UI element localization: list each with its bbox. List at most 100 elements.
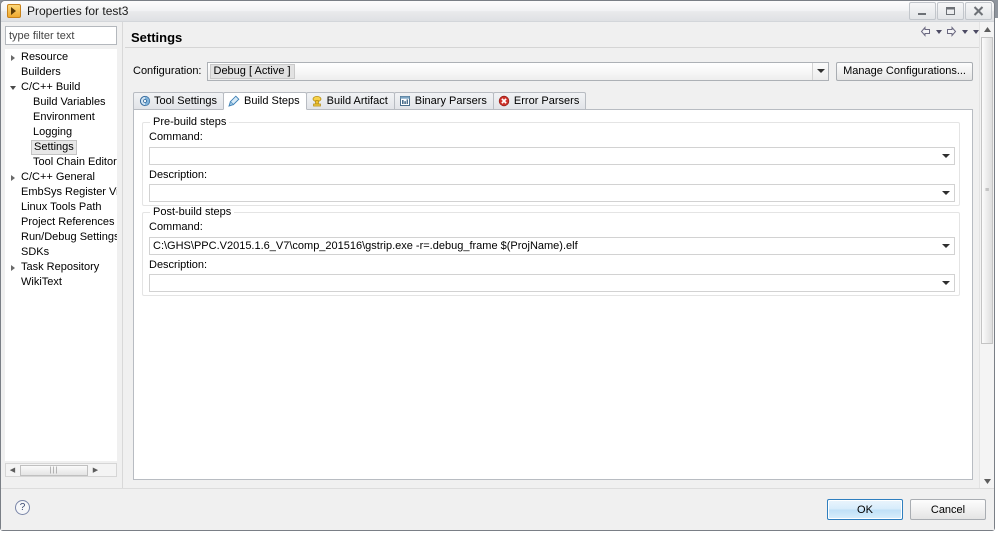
settings-page: Settings Configuration: Debug [Active]… xyxy=(125,22,994,488)
scroll-down-icon[interactable] xyxy=(980,474,995,488)
scroll-right-icon[interactable]: ▶ xyxy=(89,464,102,476)
tree-item-sdks[interactable]: SDKs xyxy=(5,245,117,260)
scrollbar-thumb[interactable]: ||| xyxy=(20,464,88,476)
forward-history-chevron-down-icon[interactable] xyxy=(960,25,969,38)
tree-item-label: C/C++ Build xyxy=(21,81,81,93)
tool-settings-icon xyxy=(138,95,151,108)
tree-item-label: Project References xyxy=(21,216,115,228)
tree-item-linux-tools-path[interactable]: Linux Tools Path xyxy=(5,200,117,215)
chevron-down-icon[interactable] xyxy=(938,275,954,291)
chevron-right-icon[interactable] xyxy=(7,54,19,61)
tree-item-label: C/C++ General xyxy=(21,171,95,183)
dialog-footer: ? OK Cancel xyxy=(1,488,994,530)
tree-item-label: SDKs xyxy=(21,246,50,258)
page-title: Settings xyxy=(131,30,183,45)
tab-binary-parsers[interactable]: Binary Parsers xyxy=(393,92,494,109)
tree-item-label: Task Repository xyxy=(21,261,100,273)
tree-item-label: Linux Tools Path xyxy=(21,201,102,213)
tab-tool-settings[interactable]: Tool Settings xyxy=(133,92,224,109)
chevron-down-icon[interactable] xyxy=(938,148,954,164)
scroll-left-icon[interactable]: ◀ xyxy=(6,464,19,476)
tree-item-tool-chain-editor[interactable]: Tool Chain Editor xyxy=(5,155,117,170)
tab-label: Tool Settings xyxy=(154,95,217,107)
back-history-chevron-down-icon[interactable] xyxy=(934,25,943,38)
prebuild-command-label: Command: xyxy=(149,131,203,143)
minimize-button[interactable] xyxy=(909,2,936,20)
tree-item-label: Builders xyxy=(21,66,61,78)
tab-label: Binary Parsers xyxy=(414,95,487,107)
properties-dialog: Properties for test3 type filter text Re… xyxy=(0,0,995,531)
tree-item-environment[interactable]: Environment xyxy=(5,110,117,125)
eclipse-properties-icon xyxy=(7,4,21,18)
filter-input[interactable] xyxy=(5,26,117,45)
postbuild-description-combo[interactable] xyxy=(149,274,955,292)
ok-button[interactable]: OK xyxy=(827,499,903,520)
tree-item-label: Run/Debug Settings xyxy=(21,231,117,243)
postbuild-command-value: C:\GHS\PPC.V2015.1.6_V7\comp_201516\gstr… xyxy=(153,240,578,252)
binary-parsers-icon xyxy=(399,95,412,108)
chevron-down-icon[interactable] xyxy=(7,85,19,90)
scroll-up-icon[interactable] xyxy=(980,22,995,36)
tree-item-resource[interactable]: Resource xyxy=(5,50,117,65)
postbuild-command-label: Command: xyxy=(149,221,203,233)
settings-tabfolder: Tool Settings Build Steps Build Artifact… xyxy=(133,92,973,480)
tree-item-label: Tool Chain Editor xyxy=(33,156,117,168)
prebuild-group-title: Pre-build steps xyxy=(150,116,230,128)
tree-item-label: WikiText xyxy=(21,276,62,288)
cancel-button[interactable]: Cancel xyxy=(910,499,986,520)
tree-item-settings[interactable]: Settings xyxy=(5,140,117,155)
chevron-down-icon[interactable] xyxy=(812,62,829,80)
tree-item-label: Environment xyxy=(33,111,95,123)
dialog-title: Properties for test3 xyxy=(27,4,129,18)
tree-item-embsys-register-view[interactable]: EmbSys Register Vie xyxy=(5,185,117,200)
tab-label: Build Steps xyxy=(243,95,300,107)
tree-item-project-references[interactable]: Project References xyxy=(5,215,117,230)
dialog-titlebar[interactable]: Properties for test3 xyxy=(1,1,994,22)
build-steps-panel: Pre-build steps Command: Description: Po… xyxy=(133,110,973,480)
postbuild-group-title: Post-build steps xyxy=(150,206,235,218)
settings-tree[interactable]: Resource Builders C/C++ Build Build Vari… xyxy=(5,49,117,461)
page-vertical-scrollbar[interactable]: ≡ xyxy=(979,22,994,488)
tab-build-artifact[interactable]: Build Artifact xyxy=(305,92,395,109)
tree-item-builders[interactable]: Builders xyxy=(5,65,117,80)
scrollbar-thumb[interactable]: ≡ xyxy=(981,37,993,344)
tab-error-parsers[interactable]: Error Parsers xyxy=(492,92,587,109)
tree-item-cpp-general[interactable]: C/C++ General xyxy=(5,170,117,185)
prebuild-command-combo[interactable] xyxy=(149,147,955,165)
help-icon[interactable]: ? xyxy=(15,500,30,515)
tree-item-label: EmbSys Register Vie xyxy=(21,186,117,198)
tab-build-steps[interactable]: Build Steps xyxy=(222,92,307,110)
postbuild-command-combo[interactable]: C:\GHS\PPC.V2015.1.6_V7\comp_201516\gstr… xyxy=(149,237,955,255)
settings-tree-pane: Resource Builders C/C++ Build Build Vari… xyxy=(5,26,120,484)
tree-item-build-variables[interactable]: Build Variables xyxy=(5,95,117,110)
pane-divider[interactable] xyxy=(122,22,123,488)
prebuild-description-combo[interactable] xyxy=(149,184,955,202)
configuration-combo[interactable]: Debug [ Active ] xyxy=(206,61,830,81)
dialog-body: Resource Builders C/C++ Build Build Vari… xyxy=(1,22,994,488)
back-arrow-icon[interactable] xyxy=(919,25,932,38)
scrollbar-grip-icon: ≡ xyxy=(984,186,990,194)
chevron-down-icon[interactable] xyxy=(938,185,954,201)
configuration-row: Configuration: Debug [ Active ] Manage C… xyxy=(133,60,973,82)
tab-label: Build Artifact xyxy=(326,95,388,107)
forward-arrow-icon[interactable] xyxy=(945,25,958,38)
chevron-right-icon[interactable] xyxy=(7,264,19,271)
postbuild-description-label: Description: xyxy=(149,259,208,271)
manage-configurations-button[interactable]: Manage Configurations... xyxy=(836,61,973,81)
tree-item-cpp-build[interactable]: C/C++ Build xyxy=(5,80,117,95)
window-controls xyxy=(908,2,992,20)
chevron-down-icon[interactable] xyxy=(938,238,954,254)
prebuild-description-label: Description: xyxy=(149,169,208,181)
configuration-label: Configuration: xyxy=(133,65,202,77)
tree-item-task-repository[interactable]: Task Repository xyxy=(5,260,117,275)
maximize-button[interactable] xyxy=(937,2,964,20)
configuration-selected-value: Debug [ Active ] xyxy=(209,63,295,79)
tree-item-logging[interactable]: Logging xyxy=(5,125,117,140)
tree-item-wikitext[interactable]: WikiText xyxy=(5,275,117,290)
tree-item-run-debug-settings[interactable]: Run/Debug Settings xyxy=(5,230,117,245)
tree-horizontal-scrollbar[interactable]: ◀ ||| ▶ xyxy=(5,463,117,477)
postbuild-steps-group: Post-build steps Command: C:\GHS\PPC.V20… xyxy=(142,206,960,296)
close-button[interactable] xyxy=(965,2,992,20)
chevron-right-icon[interactable] xyxy=(7,174,19,181)
page-navigation xyxy=(919,25,980,38)
